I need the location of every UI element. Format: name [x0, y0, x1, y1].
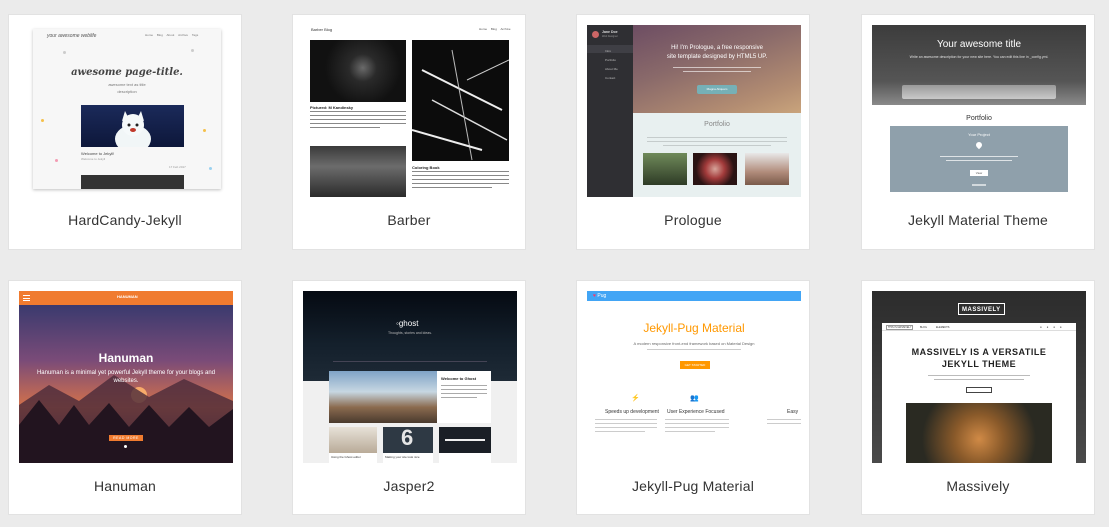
preview-post-meta: Welcome to Jekyll — [81, 157, 106, 161]
preview-hero-line1: Hi! I'm Prologue, a free responsive — [671, 45, 763, 51]
preview-cta-button: READ MORE — [109, 435, 143, 441]
preview-hero-line1: MASSIVELY IS A VERSATILE — [911, 347, 1047, 357]
theme-card-jekyll-pug[interactable]: ♥ Pug Jekyll-Pug Material A modern respo… — [576, 280, 810, 515]
preview-page-title: awesome page-title. — [71, 67, 183, 78]
theme-preview-jekyll-pug: ♥ Pug Jekyll-Pug Material A modern respo… — [587, 291, 801, 463]
preview-hero-title: Jekyll-Pug Material — [643, 321, 745, 335]
preview-hero-image — [81, 105, 184, 153]
preview-feature-3: Easy — [787, 409, 799, 415]
preview-view-button: View — [970, 170, 988, 176]
preview-image-clouds — [310, 146, 406, 197]
preview-tagline: Thoughts, stories and ideas. — [388, 331, 432, 335]
preview-tile-title: Using the Ghost editor — [331, 455, 361, 459]
social-icons: ● ● ● ● — [1040, 325, 1064, 329]
preview-tile-title: Making your site look nice — [385, 455, 420, 459]
theme-title: Hanuman — [93, 478, 157, 494]
location-pin-icon — [974, 140, 984, 150]
preview-blog-name: your awesome weblife — [47, 33, 97, 39]
preview-portfolio-image-2 — [693, 153, 737, 185]
preview-navbar: HANUMAN — [19, 291, 233, 305]
preview-portfolio-image-1 — [643, 153, 687, 185]
preview-hero-line2: JEKYLL THEME — [941, 359, 1017, 369]
preview-cta-button: GET STARTED — [680, 361, 710, 369]
preview-feature-image — [906, 403, 1052, 463]
preview-desc: description — [117, 89, 137, 94]
preview-portfolio-image-3 — [745, 153, 789, 185]
preview-hero-button: Magna Aliquam — [697, 85, 737, 94]
preview-subtitle: awesome text as title — [108, 82, 146, 87]
preview-post-title: Welcome to Jekyll! — [81, 151, 115, 156]
preview-image-architecture — [412, 40, 509, 161]
theme-card-massively[interactable]: MASSIVELY THIS IS MASSIVELY BLOG ELEMENT… — [861, 280, 1095, 515]
preview-site-name: Barber Blog — [311, 27, 333, 32]
preview-project-title: Your Project — [968, 132, 990, 137]
bolt-icon: ⚡ — [631, 395, 640, 402]
theme-preview-hardcandy: your awesome weblife Home Blog About Arc… — [19, 25, 233, 197]
preview-caption: Pictured: M Kandinsky — [310, 105, 354, 110]
theme-card-barber[interactable]: Barber Blog Home Blog Archive Pictured: … — [292, 14, 526, 250]
theme-card-jasper2[interactable]: ◦ghost Thoughts, stories and ideas. Welc… — [292, 280, 526, 515]
preview-sidebar: Jane Doe Web Designer Intro Portfolio Ab… — [587, 25, 633, 197]
preview-tile-3 — [439, 427, 491, 463]
preview-navbar: ♥ Pug — [587, 291, 801, 301]
preview-nav: Home Blog Archive — [479, 27, 511, 31]
preview-logo: ◦ghost — [396, 319, 419, 328]
preview-hero-text: Write an awesome description for your ne… — [909, 55, 1049, 59]
theme-title: Barber — [387, 212, 431, 228]
theme-preview-hanuman: HANUMAN Hanuman Hanuman is a minimal yet… — [19, 291, 233, 463]
preview-section-title: Portfolio — [966, 115, 992, 122]
preview-hero-line2: site template designed by HTML5 UP. — [666, 54, 768, 60]
preview-nav-label: ♥ Pug — [593, 293, 607, 299]
heart-icon: ♥ — [593, 293, 596, 299]
preview-logo: MASSIVELY — [958, 303, 1005, 315]
theme-card-jekyll-material[interactable]: Your awesome title Write an awesome desc… — [861, 14, 1095, 250]
preview-hero-text: Hanuman is a minimal yet powerful Jekyll… — [36, 370, 216, 384]
theme-card-hardcandy[interactable]: your awesome weblife Home Blog About Arc… — [8, 14, 242, 250]
preview-project-card: Your Project View — [890, 126, 1068, 192]
preview-brand: HANUMAN — [117, 294, 138, 299]
preview-feature-1: Speeds up development — [605, 409, 659, 415]
preview-hero-title: Hanuman — [98, 351, 154, 365]
theme-title: Prologue — [664, 212, 722, 228]
preview-hero: Your awesome title Write an awesome desc… — [872, 25, 1086, 105]
theme-title: Jasper2 — [383, 478, 435, 494]
preview-feature-2: User Experience Focused — [667, 409, 725, 415]
theme-card-prologue[interactable]: Jane Doe Web Designer Intro Portfolio Ab… — [576, 14, 810, 250]
preview-image-portrait — [310, 40, 406, 102]
preview-role: Web Designer — [602, 35, 618, 38]
group-icon: 👥 — [690, 395, 699, 402]
theme-title: Jekyll Material Theme — [907, 212, 1049, 228]
preview-portfolio-heading: Portfolio — [704, 121, 730, 128]
preview-post-title: Welcome to Ghost — [441, 376, 477, 381]
theme-preview-jekyll-material: Your awesome title Write an awesome desc… — [872, 25, 1086, 197]
preview-tile-2: 6 Making your site look nice — [383, 425, 433, 463]
preview-header: ◦ghost Thoughts, stories and ideas. — [303, 291, 517, 381]
theme-preview-barber: Barber Blog Home Blog Archive Pictured: … — [303, 25, 517, 197]
theme-title: HardCandy-Jekyll — [68, 212, 182, 228]
preview-hero-sub: A modern responsive front-end framework … — [633, 341, 755, 346]
preview-nav: THIS IS MASSIVELY BLOG ELEMENTS ● ● ● ● — [882, 323, 1076, 331]
preview-hero-title: Your awesome title — [936, 39, 1022, 50]
preview-menu: Intro Portfolio About Me Contact — [605, 49, 618, 80]
theme-preview-jasper2: ◦ghost Thoughts, stories and ideas. Welc… — [303, 291, 517, 463]
theme-title: Jekyll-Pug Material — [631, 478, 755, 494]
preview-caption-2: Coloring Book — [412, 165, 440, 170]
preview-featured-image — [329, 371, 437, 423]
theme-preview-massively: MASSIVELY THIS IS MASSIVELY BLOG ELEMENT… — [872, 291, 1086, 463]
preview-name: Jane Doe — [602, 30, 618, 34]
theme-title: Massively — [946, 478, 1010, 494]
theme-card-hanuman[interactable]: HANUMAN Hanuman Hanuman is a minimal yet… — [8, 280, 242, 515]
preview-nav: Home Blog About Archive Tags — [145, 33, 199, 37]
preview-tile-1: Using the Ghost editor — [329, 427, 377, 463]
preview-post-date: 17 Feb 2017 — [169, 165, 186, 169]
preview-hero: Hi! I'm Prologue, a free responsive site… — [633, 25, 801, 113]
theme-preview-prologue: Jane Doe Web Designer Intro Portfolio Ab… — [587, 25, 801, 197]
